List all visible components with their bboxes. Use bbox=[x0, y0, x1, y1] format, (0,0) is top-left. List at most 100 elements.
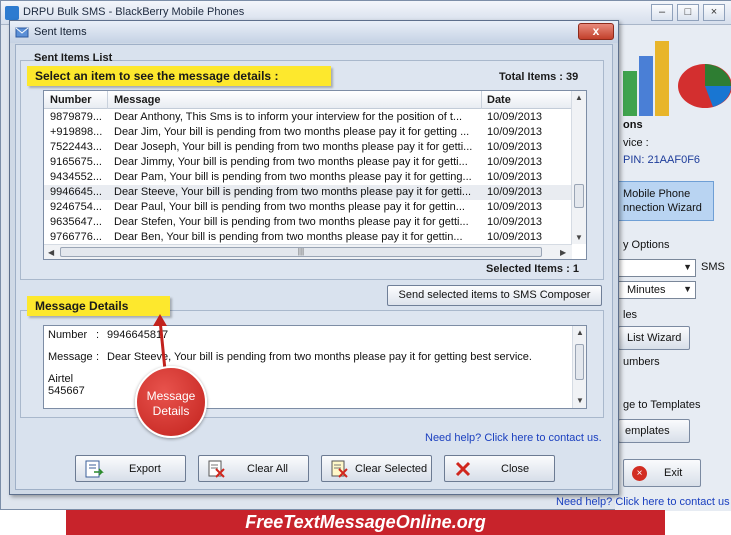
chart-graphic-icon bbox=[623, 41, 731, 116]
numbers-label: umbers bbox=[623, 356, 660, 368]
message-separator: : bbox=[96, 351, 100, 363]
cell-message: Dear Ben, Your bill is pending from two … bbox=[114, 231, 463, 243]
minimize-button[interactable]: – bbox=[651, 4, 673, 21]
scroll-thumb[interactable] bbox=[574, 184, 584, 208]
sms-label: SMS bbox=[701, 261, 725, 273]
templates-button-label: emplates bbox=[625, 425, 670, 437]
table-row[interactable]: 9434552... Dear Pam, Your bill is pending… bbox=[44, 170, 572, 185]
clear-selected-button[interactable]: Clear Selected bbox=[321, 455, 432, 482]
column-message[interactable]: Message bbox=[114, 94, 160, 106]
scroll-down-icon[interactable]: ▼ bbox=[575, 233, 583, 242]
close-icon bbox=[455, 461, 471, 477]
clear-all-button[interactable]: Clear All bbox=[198, 455, 309, 482]
callout-line1: Message bbox=[146, 389, 196, 403]
wizard-line2: nnection Wizard bbox=[623, 202, 702, 214]
column-number[interactable]: Number bbox=[50, 94, 92, 106]
cell-number: +919898... bbox=[50, 126, 103, 138]
select-item-banner: Select an item to see the message detail… bbox=[27, 66, 331, 86]
table-row[interactable]: 9165675... Dear Jimmy, Your bill is pendi… bbox=[44, 155, 572, 170]
table-row[interactable]: 9879879... Dear Anthony, This Sms is to i… bbox=[44, 110, 572, 125]
cell-number: 9946645... bbox=[50, 186, 102, 198]
cell-number: 9879879... bbox=[50, 111, 102, 123]
cell-number: 7522443... bbox=[50, 141, 102, 153]
cell-date: 10/09/2013 bbox=[487, 156, 543, 168]
templates-label: ge to Templates bbox=[623, 399, 701, 411]
cell-date: 10/09/2013 bbox=[487, 141, 543, 153]
close-button[interactable]: Close bbox=[444, 455, 555, 482]
column-date[interactable]: Date bbox=[487, 94, 511, 106]
clear-all-label: Clear All bbox=[247, 463, 288, 475]
table-row[interactable]: 9635647... Dear Stefen, Your bill is pend… bbox=[44, 215, 572, 230]
number-label: Number bbox=[48, 329, 88, 341]
table-row[interactable]: 9246754... Dear Paul, Your bill is pendin… bbox=[44, 200, 572, 215]
selected-items-label: Selected Items : 1 bbox=[486, 263, 579, 275]
cell-message: Dear Stefen, Your bill is pending from t… bbox=[114, 216, 469, 228]
cell-date: 10/09/2013 bbox=[487, 231, 543, 243]
app-icon bbox=[5, 6, 19, 20]
cell-message: Dear Jimmy, Your bill is pending from tw… bbox=[114, 156, 468, 168]
table-vertical-scrollbar[interactable]: ▲ ▼ bbox=[571, 91, 586, 244]
wizard-line1: Mobile Phone bbox=[623, 188, 691, 200]
sent-items-list-label: Sent Items List bbox=[34, 52, 113, 64]
cell-number: 9635647... bbox=[50, 216, 102, 228]
scroll-up-icon[interactable]: ▲ bbox=[575, 93, 583, 102]
sms-count-select[interactable]: ▼ bbox=[618, 259, 696, 277]
sent-items-table[interactable]: Number Message Date 9879879... Dear Antho… bbox=[43, 90, 587, 260]
cell-number: 9434552... bbox=[50, 171, 102, 183]
scroll-up-icon[interactable]: ▲ bbox=[576, 328, 584, 337]
dialog-title: Sent Items bbox=[34, 26, 87, 38]
code-value: 545667 bbox=[48, 385, 85, 397]
scroll-left-icon[interactable]: ◀ bbox=[48, 248, 54, 257]
dialog-titlebar: Sent Items x bbox=[10, 21, 618, 43]
main-help-link[interactable]: Need help? Click here to contact us bbox=[556, 496, 730, 508]
dialog-help-link[interactable]: Need help? Click here to contact us. bbox=[425, 432, 602, 444]
connection-wizard-button[interactable] bbox=[618, 181, 714, 221]
cell-date: 10/09/2013 bbox=[487, 111, 543, 123]
cell-date: 10/09/2013 bbox=[487, 171, 543, 183]
details-vertical-scrollbar[interactable]: ▲ ▼ bbox=[572, 326, 586, 408]
scroll-right-icon[interactable]: ▶ bbox=[560, 248, 566, 257]
cell-date: 10/09/2013 bbox=[487, 186, 543, 198]
cell-message: Dear Joseph, Your bill is pending from t… bbox=[114, 141, 473, 153]
list-wizard-label: List Wizard bbox=[627, 332, 682, 344]
scroll-thumb[interactable]: ||| bbox=[60, 247, 542, 257]
cell-message: Dear Paul, Your bill is pending from two… bbox=[114, 201, 465, 213]
list-wizard-button[interactable]: List Wizard bbox=[618, 326, 690, 350]
column-divider bbox=[481, 91, 482, 109]
minutes-value: Minutes bbox=[627, 284, 666, 296]
options-heading: ons bbox=[623, 119, 643, 131]
message-label: Message bbox=[48, 351, 93, 363]
scroll-thumb[interactable] bbox=[575, 344, 584, 380]
clear-selected-icon bbox=[331, 460, 348, 478]
table-row[interactable]: +919898... Dear Jim, Your bill is pending… bbox=[44, 125, 572, 140]
table-horizontal-scrollbar[interactable]: ◀ ||| ▶ bbox=[44, 244, 572, 259]
files-label: les bbox=[623, 309, 638, 321]
templates-button[interactable]: emplates bbox=[618, 419, 690, 443]
main-close-button[interactable]: × bbox=[703, 4, 725, 21]
callout-line2: Details bbox=[152, 404, 190, 418]
export-button[interactable]: Export bbox=[75, 455, 186, 482]
send-to-composer-button[interactable]: Send selected items to SMS Composer bbox=[387, 285, 602, 306]
exit-button[interactable]: × Exit bbox=[623, 459, 701, 487]
table-row[interactable]: 9946645... Dear Steeve, Your bill is pend… bbox=[44, 185, 572, 200]
scroll-down-icon[interactable]: ▼ bbox=[576, 396, 584, 405]
dialog-close-button[interactable]: x bbox=[578, 23, 614, 40]
export-icon bbox=[85, 460, 104, 478]
cell-date: 10/09/2013 bbox=[487, 216, 543, 228]
column-divider bbox=[107, 91, 108, 109]
clear-selected-label: Clear Selected bbox=[355, 463, 428, 475]
main-window-title: DRPU Bulk SMS - BlackBerry Mobile Phones bbox=[23, 6, 245, 18]
cell-message: Dear Pam, Your bill is pending from two … bbox=[114, 171, 472, 183]
clear-all-icon bbox=[208, 460, 225, 478]
device-label: vice : bbox=[623, 137, 649, 149]
maximize-button[interactable]: □ bbox=[677, 4, 699, 21]
exit-icon: × bbox=[632, 466, 647, 481]
export-label: Export bbox=[129, 463, 161, 475]
pin-label: PIN: 21AAF0F6 bbox=[623, 154, 701, 166]
table-row[interactable]: 7522443... Dear Joseph, Your bill is pend… bbox=[44, 140, 572, 155]
table-header: Number Message Date bbox=[44, 91, 572, 109]
cell-message: Dear Anthony, This Sms is to inform your… bbox=[114, 111, 463, 123]
cell-date: 10/09/2013 bbox=[487, 201, 543, 213]
minutes-select[interactable]: Minutes ▼ bbox=[618, 281, 696, 299]
table-row[interactable]: 9766776... Dear Ben, Your bill is pending… bbox=[44, 230, 572, 245]
